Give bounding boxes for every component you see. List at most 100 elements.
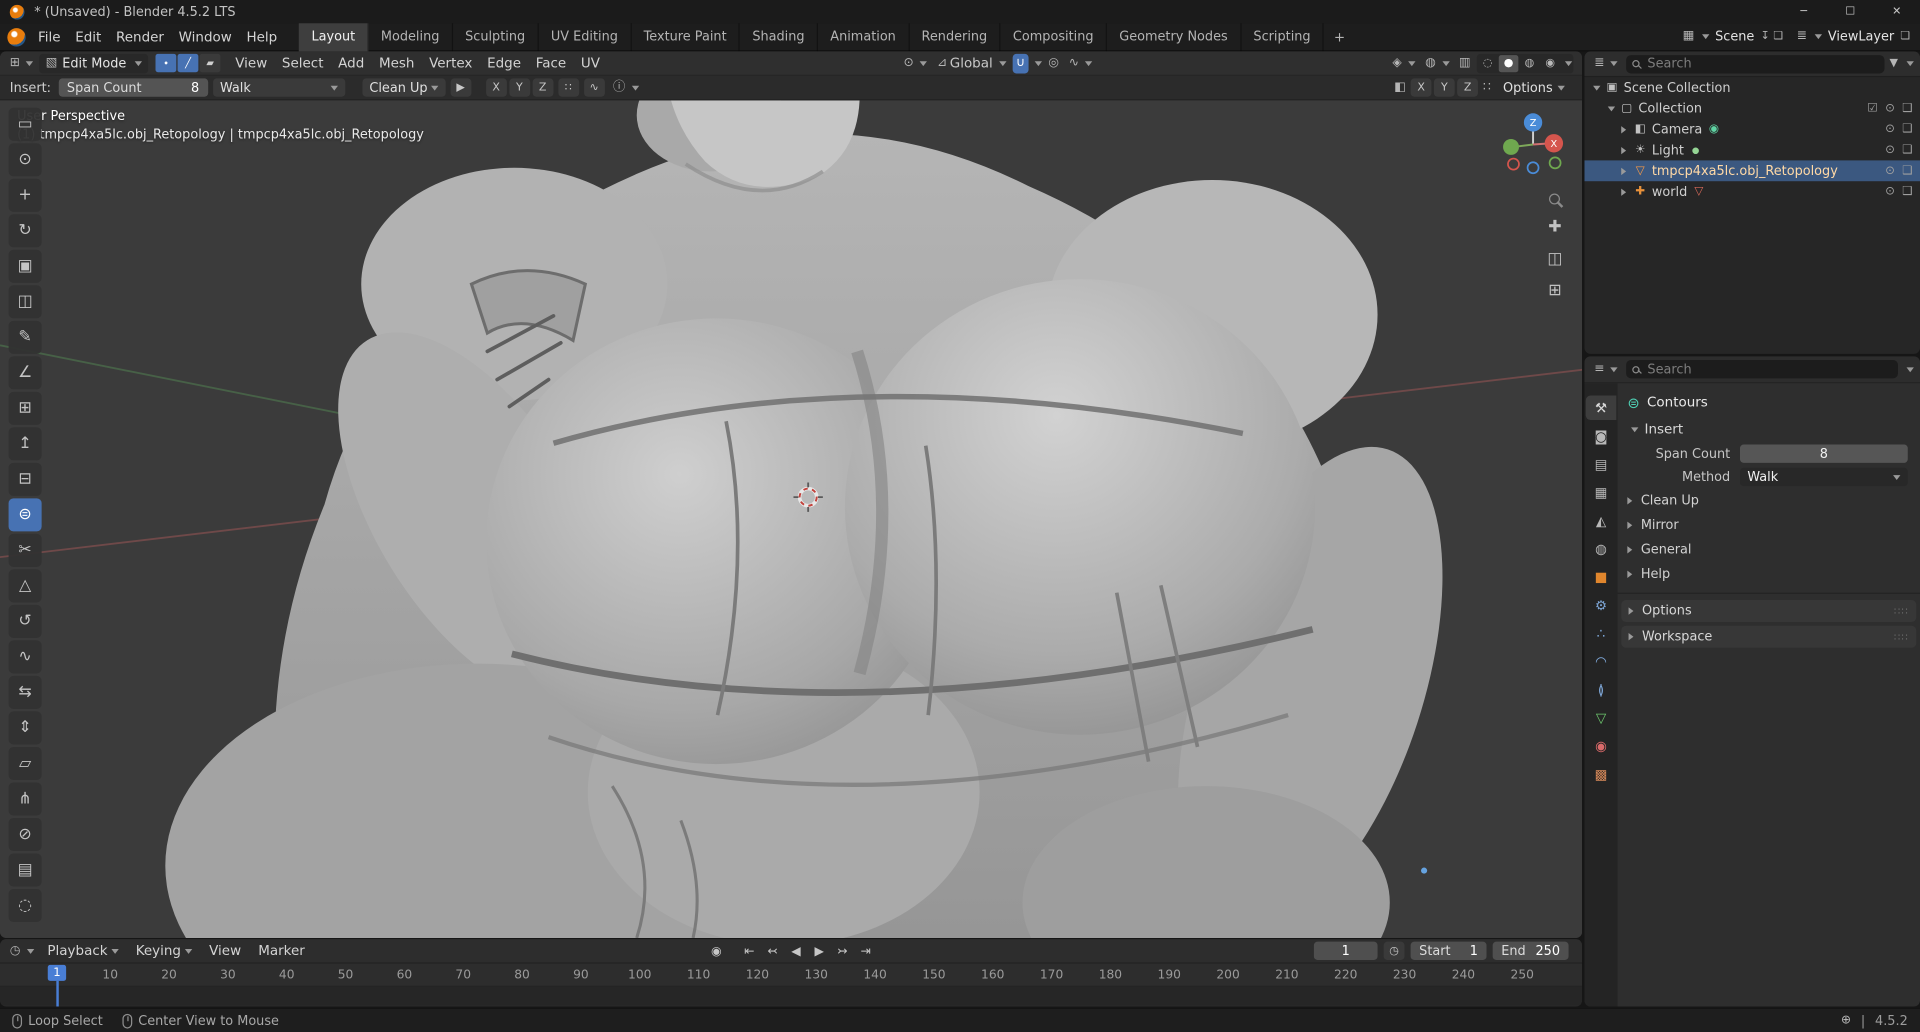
camera-view-icon[interactable]: ◫: [1547, 250, 1562, 268]
playhead-frame-badge[interactable]: 1: [47, 964, 67, 981]
tool-button[interactable]: ↺: [8, 604, 42, 638]
scene-name[interactable]: Scene: [1713, 29, 1757, 44]
tool-button[interactable]: ▱: [8, 746, 42, 780]
viewlayer-name[interactable]: ViewLayer: [1825, 29, 1896, 44]
outliner-row-camera[interactable]: ◧ Camera ◉ ⊙ ❑: [1584, 119, 1920, 140]
properties-tab[interactable]: ◠: [1586, 649, 1617, 673]
menu-item[interactable]: File: [31, 23, 68, 50]
playback-menu[interactable]: Playback: [40, 939, 126, 962]
tool-button[interactable]: ▣: [8, 249, 42, 283]
workspace-tab[interactable]: Animation: [818, 22, 910, 51]
drag-grip-icon[interactable]: ∷∷: [1894, 606, 1909, 617]
collapsed-section[interactable]: General: [1618, 538, 1920, 562]
marker-menu[interactable]: Marker: [251, 939, 312, 962]
tool-button[interactable]: ⊙: [8, 143, 42, 177]
menu-item[interactable]: Select: [275, 51, 331, 74]
tool-button[interactable]: ⇆: [8, 675, 42, 709]
insert-section-header[interactable]: Insert: [1618, 416, 1920, 442]
mirror-axis-button[interactable]: Y: [1434, 78, 1455, 97]
tool-button[interactable]: +: [8, 178, 42, 212]
outliner-search[interactable]: [1626, 54, 1885, 73]
menu-item[interactable]: Vertex: [422, 51, 480, 74]
minimize-button[interactable]: ─: [1780, 0, 1827, 23]
vertex-select-button[interactable]: ∙: [155, 53, 177, 73]
workspace-tab[interactable]: Modeling: [369, 22, 453, 51]
workspace-tab[interactable]: Shading: [740, 22, 819, 51]
options-dropdown[interactable]: Options: [1496, 78, 1573, 96]
properties-tab[interactable]: ◍: [1586, 536, 1617, 560]
workspace-tab[interactable]: Rendering: [909, 22, 1001, 51]
outliner-row-world[interactable]: ✚ world ▽ ⊙ ❑: [1584, 181, 1920, 202]
collapsed-section[interactable]: Help: [1618, 562, 1920, 586]
properties-tab[interactable]: ◉: [1586, 733, 1617, 757]
collapsed-panel[interactable]: Options ∷∷: [1621, 600, 1917, 623]
properties-tab[interactable]: ▩: [1586, 762, 1617, 786]
tool-button[interactable]: ⇕: [8, 711, 42, 745]
editor-type-button[interactable]: ⊞: [6, 53, 37, 73]
menu-item[interactable]: Edge: [480, 51, 529, 74]
tool-button[interactable]: ✎: [8, 320, 42, 354]
menu-item[interactable]: View: [228, 51, 275, 74]
view-menu[interactable]: View: [202, 939, 249, 962]
pin-scene-icon[interactable]: ↧: [1760, 31, 1769, 42]
add-workspace-button[interactable]: +: [1324, 23, 1355, 50]
show-overlays-button[interactable]: ◍: [1421, 53, 1453, 73]
tool-button[interactable]: ▤: [8, 853, 42, 887]
snap-options-button[interactable]: ∷: [557, 78, 579, 97]
material-shading-button[interactable]: ◍: [1520, 54, 1540, 71]
properties-search[interactable]: [1626, 360, 1898, 379]
transform-orientation-button[interactable]: ⊿ Global: [933, 53, 1010, 73]
properties-tab[interactable]: ≬: [1586, 677, 1617, 701]
hide-eye-icon[interactable]: ⊙: [1885, 164, 1895, 177]
disable-render-icon[interactable]: ❑: [1902, 164, 1912, 177]
properties-tab[interactable]: ⚙: [1586, 593, 1617, 617]
pivot-point-button[interactable]: ⊙: [900, 53, 931, 73]
timeline-ruler[interactable]: 10 20 30 40 50 60 70 80 90 100 110 120 130 140 150 160 1…: [0, 963, 1583, 987]
help-info-button[interactable]: ⓘ: [609, 78, 642, 98]
tool-button[interactable]: ✂: [8, 533, 42, 567]
jump-to-end-button[interactable]: ⇥: [854, 942, 877, 962]
proportional-edit-button[interactable]: ◎: [1045, 53, 1063, 73]
hide-eye-icon[interactable]: ⊙: [1885, 143, 1895, 156]
tool-button[interactable]: △: [8, 569, 42, 603]
editor-type-button[interactable]: ≣: [1591, 54, 1622, 74]
edge-select-button[interactable]: ╱: [177, 53, 199, 73]
rendered-shading-button[interactable]: ◉: [1540, 54, 1560, 71]
viewport-canvas[interactable]: User Perspective (1) tmpcp4xa5lc.obj_Ret…: [0, 100, 1583, 938]
outliner-row-light[interactable]: ☀ Light ● ⊙ ❑: [1584, 140, 1920, 161]
hide-eye-icon[interactable]: ⊙: [1885, 122, 1895, 135]
tool-button[interactable]: ◌: [8, 888, 42, 923]
snap-toggle-button[interactable]: ∪: [1012, 53, 1029, 73]
preview-range-clock-icon[interactable]: ◷: [1383, 941, 1405, 960]
collapsed-panel[interactable]: Workspace ∷∷: [1621, 625, 1917, 648]
workspace-tab[interactable]: Layout: [299, 22, 369, 51]
hide-eye-icon[interactable]: ⊙: [1885, 185, 1895, 198]
mirror-axis-button[interactable]: X: [1410, 78, 1432, 97]
falloff-options-button[interactable]: ∿: [583, 78, 605, 97]
properties-tab[interactable]: ◙: [1586, 424, 1617, 448]
collapsed-section[interactable]: Clean Up: [1618, 489, 1920, 513]
tool-button[interactable]: ⋔: [8, 782, 42, 816]
snapping-grid-icon[interactable]: ∷: [1483, 81, 1491, 93]
tool-button[interactable]: ∠: [8, 356, 42, 390]
menu-item[interactable]: Render: [109, 23, 172, 50]
workspace-tab[interactable]: Geometry Nodes: [1107, 22, 1242, 51]
workspace-tab[interactable]: Compositing: [1001, 22, 1107, 51]
outliner-row-collection[interactable]: ▢ Collection ☑ ⊙ ❑: [1584, 98, 1920, 119]
mirror-axis-button[interactable]: Z: [1457, 78, 1479, 97]
solid-shading-button[interactable]: ●: [1498, 54, 1519, 72]
contours-panel-header[interactable]: ⊜ Contours: [1618, 388, 1920, 416]
properties-tab[interactable]: ∴: [1586, 621, 1617, 645]
properties-tab[interactable]: ▦: [1586, 480, 1617, 504]
playhead[interactable]: 1: [47, 964, 67, 1007]
chevron-down-icon[interactable]: [1607, 105, 1616, 111]
span-count-value-field[interactable]: 8: [1740, 444, 1908, 463]
filter-icon[interactable]: ▼: [1889, 58, 1897, 69]
disable-render-icon[interactable]: ❑: [1902, 143, 1912, 156]
show-gizmo-button[interactable]: ◈: [1389, 53, 1419, 73]
browse-viewlayer-icon[interactable]: ≣: [1797, 30, 1807, 43]
face-select-button[interactable]: ▰: [199, 53, 221, 73]
method-dropdown[interactable]: Walk: [212, 78, 345, 97]
axis-toggle-button[interactable]: Y: [508, 78, 530, 97]
disable-render-icon[interactable]: ❑: [1902, 102, 1912, 115]
